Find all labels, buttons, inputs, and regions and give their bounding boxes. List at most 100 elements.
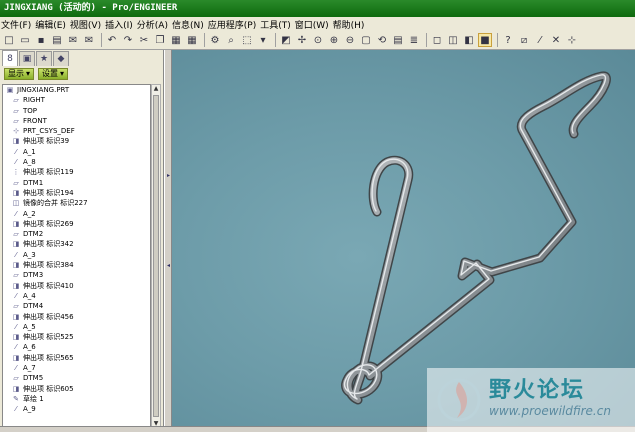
copy-icon[interactable]: ❐ [153,33,167,47]
tree-item[interactable]: ⁄ A_7 [3,363,150,373]
save-icon[interactable]: ▪ [34,33,48,47]
tree-item[interactable]: ⁄ A_1 [3,147,150,157]
tree-item[interactable]: ▱ DTM1 [3,178,150,188]
open-icon[interactable]: ▭ [18,33,32,47]
panel-splitter[interactable]: ▸ ◂ [164,50,172,426]
extrude-icon: ◨ [12,281,20,290]
tree-item[interactable]: ⊹ PRT_CSYS_DEF [3,126,150,136]
menu-item[interactable]: 帮助(H) [333,18,369,31]
tree-item[interactable]: ◫ 镜像的合并 标识227 [3,198,150,208]
no-hidden-icon[interactable]: ◧ [462,33,476,47]
tree-item[interactable]: ⁄ A_5 [3,322,150,332]
toolbar-separator [101,33,102,47]
print-icon[interactable]: ▤ [50,33,64,47]
connections-tab[interactable]: ◆ [53,51,69,66]
scroll-up-icon[interactable]: ▲ [152,85,160,94]
tree-item[interactable]: ▱ TOP [3,106,150,116]
tree-item[interactable]: ⁄ A_4 [3,291,150,301]
tree-item[interactable]: ◨ 伸出项 标识194 [3,188,150,198]
collapse-right-icon[interactable]: ▸ [167,172,170,180]
folder-browser-tab[interactable]: ▣ [19,51,35,66]
zoom-in-icon[interactable]: ⊕ [327,33,341,47]
tree-item[interactable]: ⁄ A_3 [3,250,150,260]
new-icon[interactable]: □ [2,33,16,47]
undo-icon[interactable]: ↶ [105,33,119,47]
tree-item[interactable]: ✎ 草绘 1 [3,394,150,404]
cut-icon[interactable]: ✂ [137,33,151,47]
hidden-line-icon[interactable]: ◫ [446,33,460,47]
menu-item[interactable]: 应用程序(P) [208,18,260,31]
scroll-thumb[interactable] [153,95,159,417]
tree-item[interactable]: ⋮ 伸出项 标识119 [3,167,150,177]
extrude-icon: ◨ [12,188,20,197]
tree-item[interactable]: ▣ JINGXIANG.PRT [3,85,150,95]
tree-item-label: 伸出项 标识342 [23,240,74,249]
zoom-out-icon[interactable]: ⊖ [343,33,357,47]
menu-item[interactable]: 信息(N) [172,18,208,31]
spin-center-icon[interactable]: ✢ [295,33,309,47]
regenerate-icon[interactable]: ⚙ [208,33,222,47]
csys-icon[interactable]: ⊹ [565,33,579,47]
find-icon[interactable]: ⌕ [224,33,238,47]
menu-item[interactable]: 插入(I) [105,18,137,31]
select-box-icon[interactable]: ⬚ [240,33,254,47]
collapse-left-icon[interactable]: ◂ [167,262,170,270]
help-context-icon[interactable]: ? [501,33,515,47]
wireframe-icon[interactable]: ◻ [430,33,444,47]
tree-item[interactable]: ◨ 伸出项 标识342 [3,239,150,249]
datum-points-icon[interactable]: ✕ [549,33,563,47]
tree-item[interactable]: ◨ 伸出项 标识39 [3,136,150,146]
tree-item[interactable]: ◨ 伸出项 标识410 [3,281,150,291]
shading-icon[interactable]: ■ [478,33,492,47]
tree-item[interactable]: ▱ DTM4 [3,301,150,311]
tree-item[interactable]: ▱ DTM3 [3,270,150,280]
email-pdf-icon[interactable]: ✉ [82,33,96,47]
tree-item[interactable]: ◨ 伸出项 标识384 [3,260,150,270]
refit-icon[interactable]: ▢ [359,33,373,47]
email-icon[interactable]: ✉ [66,33,80,47]
tree-item[interactable]: ⁄ A_2 [3,209,150,219]
tree-item[interactable]: ▱ RIGHT [3,95,150,105]
repaint-icon[interactable]: ◩ [279,33,293,47]
datum-planes-icon[interactable]: ⧄ [517,33,531,47]
menu-item[interactable]: 视图(V) [70,18,105,31]
tree-item[interactable]: ▱ DTM2 [3,229,150,239]
select-dropdown-icon[interactable]: ▾ [256,33,270,47]
chevron-down-icon: ▾ [60,68,65,78]
tree-item[interactable]: ▱ DTM5 [3,373,150,383]
axis-icon: ⁄ [15,209,17,218]
show-button[interactable]: 显示 ▾ [4,67,35,80]
paste-icon[interactable]: ▦ [169,33,183,47]
tree-item[interactable]: ◨ 伸出项 标识269 [3,219,150,229]
menu-item[interactable]: 编辑(E) [35,18,70,31]
favorites-tab[interactable]: ★ [36,51,52,66]
tree-item[interactable]: ⁄ A_8 [3,157,150,167]
menu-item[interactable]: 文件(F) [1,18,35,31]
reorient-icon[interactable]: ⟲ [375,33,389,47]
datum-plane-icon: ▱ [13,374,19,383]
axis-icon: ⁄ [15,250,17,259]
model-tree-tab[interactable]: 8 [2,50,18,66]
datum-axes-icon[interactable]: ⁄ [533,33,547,47]
tree-item[interactable]: ⁄ A_9 [3,404,150,414]
tree-item[interactable]: ◨ 伸出项 标识605 [3,384,150,394]
tree-item[interactable]: ⁄ A_6 [3,342,150,352]
redo-icon[interactable]: ↷ [121,33,135,47]
tree-item-label: A_9 [23,405,36,414]
tree-item-label: 伸出项 标识565 [23,353,74,362]
saved-views-icon[interactable]: ▤ [391,33,405,47]
tree-item[interactable]: ◨ 伸出项 标识456 [3,312,150,322]
tree-item[interactable]: ▱ FRONT [3,116,150,126]
paste-special-icon[interactable]: ▦ [185,33,199,47]
tree-item[interactable]: ◨ 伸出项 标识565 [3,353,150,363]
settings-button[interactable]: 设置 ▾ [38,67,69,80]
menu-item[interactable]: 窗口(W) [295,18,333,31]
mirror-merge-icon: ◫ [12,199,20,208]
extrude-icon: ◨ [12,353,20,362]
tree-item[interactable]: ◨ 伸出项 标识525 [3,332,150,342]
layers-icon[interactable]: ≣ [407,33,421,47]
orient-icon[interactable]: ⊙ [311,33,325,47]
menu-item[interactable]: 工具(T) [260,18,295,31]
tree-scrollbar[interactable]: ▲ ▼ [151,84,161,430]
menu-item[interactable]: 分析(A) [137,18,172,31]
